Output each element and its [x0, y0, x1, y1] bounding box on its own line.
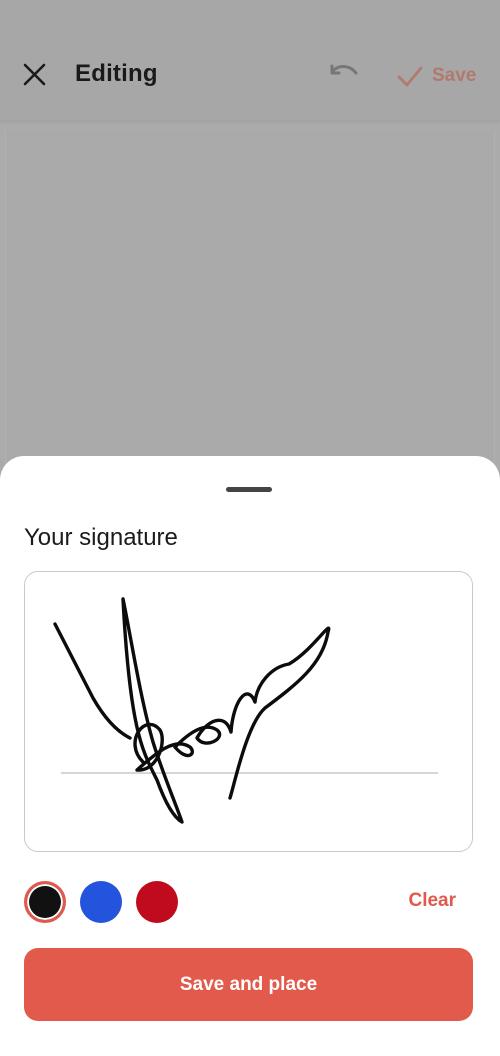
- check-icon: [397, 66, 423, 87]
- color-picker: Clear: [24, 881, 476, 923]
- color-swatch-black[interactable]: [24, 881, 66, 923]
- save-button-label: Save: [432, 65, 477, 86]
- sheet-drag-handle[interactable]: [226, 487, 272, 492]
- signature-stroke-2: [121, 597, 184, 824]
- sheet-title: Your signature: [24, 524, 178, 551]
- undo-button[interactable]: [326, 60, 360, 90]
- signature-stroke-1: [53, 622, 132, 740]
- color-swatch-blue[interactable]: [80, 881, 122, 923]
- signature-drawing: [53, 597, 438, 824]
- page-title: Editing: [75, 60, 158, 87]
- app-bar: Editing Save: [0, 0, 500, 120]
- document-preview: [5, 131, 495, 491]
- undo-icon: [330, 64, 358, 75]
- color-swatch-red[interactable]: [136, 881, 178, 923]
- close-icon: [23, 63, 46, 86]
- close-button[interactable]: [18, 58, 52, 92]
- signature-sheet: Your signature Clear Save and place: [0, 456, 500, 1056]
- signature-pad[interactable]: [24, 571, 473, 852]
- clear-button[interactable]: Clear: [408, 890, 456, 912]
- save-and-place-button[interactable]: Save and place: [24, 948, 473, 1021]
- save-button[interactable]: Save: [396, 60, 476, 92]
